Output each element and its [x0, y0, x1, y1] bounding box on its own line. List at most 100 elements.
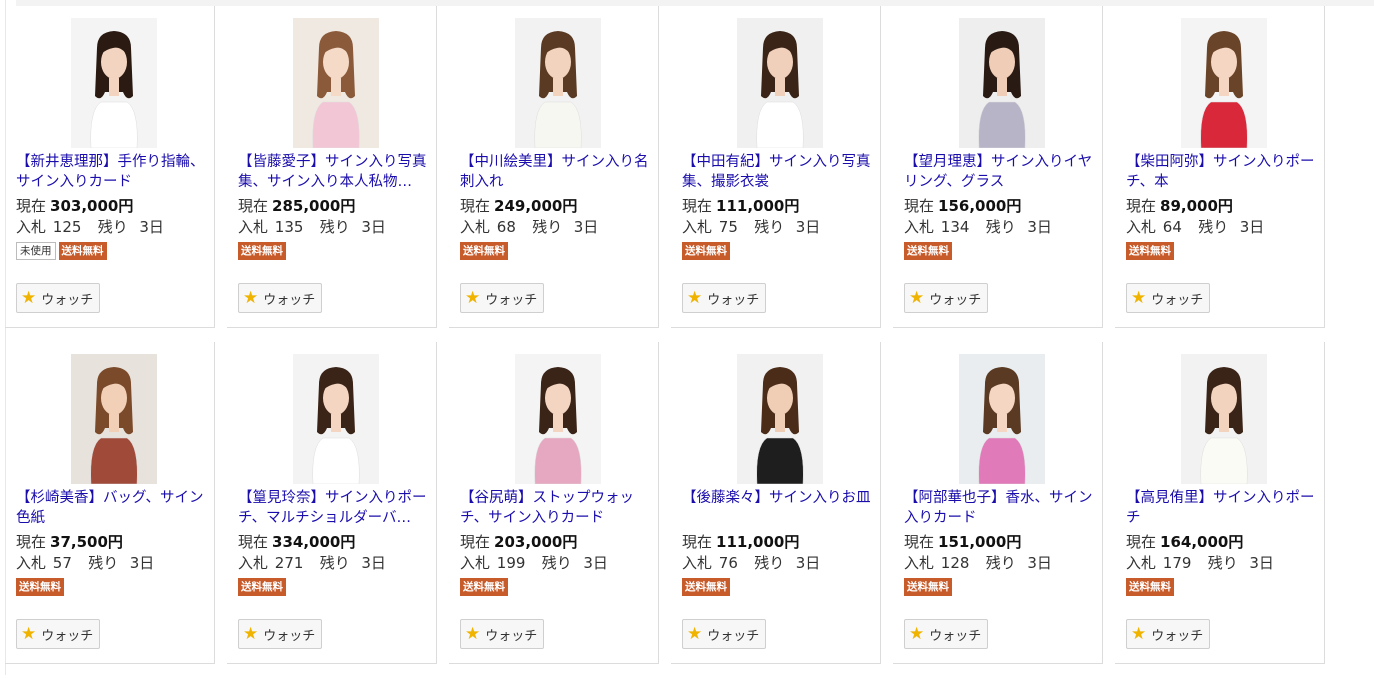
- remaining-label: 残り: [754, 554, 785, 572]
- remaining-label: 残り: [1207, 554, 1238, 572]
- item-thumbnail[interactable]: [737, 18, 823, 148]
- price-label: 現在: [238, 533, 269, 551]
- item-thumbnail[interactable]: [1181, 354, 1267, 484]
- item-title-link[interactable]: 【新井恵理那】手作り指輪、サイン入りカード: [16, 152, 208, 192]
- bid-info: 入札 134 残り 3日: [904, 216, 1102, 238]
- watch-button[interactable]: ★ ウォッチ: [16, 283, 100, 313]
- item-row: 【杉崎美香】バッグ、サイン色紙 現在 37,500円 入札 57 残り 3日 送料…: [5, 342, 1345, 678]
- watch-button[interactable]: ★ ウォッチ: [1126, 283, 1210, 313]
- item-photo: [737, 18, 823, 148]
- bids-label: 入札: [460, 554, 491, 572]
- bids-count: 199: [496, 554, 526, 572]
- item-card: 【望月理恵】サイン入りイヤリング、グラス 現在 156,000円 入札 134 残…: [893, 6, 1103, 328]
- badge-group: 送料無料: [682, 240, 880, 262]
- bids-label: 入札: [904, 218, 935, 236]
- remaining-label: 残り: [1198, 218, 1229, 236]
- free-shipping-badge: 送料無料: [1126, 242, 1174, 260]
- badge-group: 送料無料: [904, 240, 1102, 262]
- item-thumbnail[interactable]: [71, 354, 157, 484]
- price-value: 203,000円: [494, 533, 578, 551]
- current-price: 現在 334,000円: [238, 532, 436, 552]
- price-value: 156,000円: [938, 197, 1022, 215]
- item-photo: [293, 18, 379, 148]
- watch-button[interactable]: ★ ウォッチ: [238, 283, 322, 313]
- bids-count: 75: [718, 218, 738, 236]
- watch-label: ウォッチ: [1151, 292, 1204, 308]
- item-thumbnail[interactable]: [293, 354, 379, 484]
- price-value: 111,000円: [716, 197, 800, 215]
- current-price: 現在 164,000円: [1126, 532, 1324, 552]
- item-title-link[interactable]: 【中田有紀】サイン入り写真集、撮影衣裳: [682, 152, 874, 192]
- remaining-label: 残り: [541, 554, 572, 572]
- watch-button[interactable]: ★ ウォッチ: [904, 619, 988, 649]
- star-icon: ★: [909, 623, 925, 644]
- badge-group: 送料無料: [904, 576, 1102, 598]
- item-thumbnail[interactable]: [71, 18, 157, 148]
- badge-group: 送料無料: [238, 576, 436, 598]
- price-value: 164,000円: [1160, 533, 1244, 551]
- item-photo: [737, 354, 823, 484]
- item-thumbnail[interactable]: [737, 354, 823, 484]
- star-icon: ★: [465, 287, 481, 308]
- item-photo: [71, 354, 157, 484]
- bids-label: 入札: [682, 218, 713, 236]
- bids-count: 57: [52, 554, 72, 572]
- free-shipping-badge: 送料無料: [904, 578, 952, 596]
- remaining-time: 3日: [573, 218, 599, 236]
- item-thumbnail[interactable]: [959, 18, 1045, 148]
- watch-button[interactable]: ★ ウォッチ: [16, 619, 100, 649]
- remaining-label: 残り: [88, 554, 119, 572]
- item-title-link[interactable]: 【後藤楽々】サイン入りお皿: [682, 488, 874, 528]
- item-title-link[interactable]: 【杉崎美香】バッグ、サイン色紙: [16, 488, 208, 528]
- watch-label: ウォッチ: [485, 628, 538, 644]
- bids-count: 134: [940, 218, 970, 236]
- price-value: 111,000円: [716, 533, 800, 551]
- badge-group: 送料無料: [1126, 576, 1324, 598]
- remaining-time: 3日: [139, 218, 164, 236]
- item-thumbnail[interactable]: [515, 18, 601, 148]
- bids-count: 64: [1162, 218, 1182, 236]
- item-thumbnail[interactable]: [1181, 18, 1267, 148]
- price-label: 現在: [1126, 197, 1157, 215]
- bids-label: 入札: [682, 554, 713, 572]
- free-shipping-badge: 送料無料: [682, 242, 730, 260]
- remaining-time: 3日: [1249, 554, 1274, 572]
- item-thumbnail[interactable]: [515, 354, 601, 484]
- item-photo: [1181, 18, 1267, 148]
- watch-button[interactable]: ★ ウォッチ: [460, 283, 544, 313]
- bids-label: 入札: [16, 554, 47, 572]
- item-title-link[interactable]: 【谷尻萌】ストップウォッチ、サイン入りカード: [460, 488, 652, 528]
- badge-group: 送料無料: [238, 240, 436, 262]
- item-title-link[interactable]: 【柴田阿弥】サイン入りポーチ、本: [1126, 152, 1318, 192]
- item-title-link[interactable]: 【望月理恵】サイン入りイヤリング、グラス: [904, 152, 1096, 192]
- item-card: 【皆藤愛子】サイン入り写真集、サイン入り本人私物… 現在 285,000円 入札 …: [227, 6, 437, 328]
- price-value: 303,000円: [50, 197, 134, 215]
- item-photo: [515, 354, 601, 484]
- watch-button[interactable]: ★ ウォッチ: [904, 283, 988, 313]
- star-icon: ★: [1131, 623, 1147, 644]
- watch-button[interactable]: ★ ウォッチ: [1126, 619, 1210, 649]
- bid-info: 入札 57 残り 3日: [16, 552, 214, 574]
- bid-info: 入札 128 残り 3日: [904, 552, 1102, 574]
- item-title-link[interactable]: 【中川絵美里】サイン入り名刺入れ: [460, 152, 652, 192]
- watch-label: ウォッチ: [1151, 628, 1204, 644]
- watch-label: ウォッチ: [929, 628, 982, 644]
- watch-button[interactable]: ★ ウォッチ: [682, 619, 766, 649]
- item-title-link[interactable]: 【阿部華也子】香水、サイン入りカード: [904, 488, 1096, 528]
- remaining-label: 残り: [985, 554, 1016, 572]
- watch-button[interactable]: ★ ウォッチ: [238, 619, 322, 649]
- star-icon: ★: [687, 287, 703, 308]
- star-icon: ★: [1131, 287, 1147, 308]
- item-title-link[interactable]: 【皆藤愛子】サイン入り写真集、サイン入り本人私物…: [238, 152, 430, 192]
- remaining-label: 残り: [754, 218, 785, 236]
- watch-button[interactable]: ★ ウォッチ: [460, 619, 544, 649]
- star-icon: ★: [243, 623, 259, 644]
- current-price: 現在 111,000円: [682, 532, 880, 552]
- badge-group: 未使用 送料無料: [16, 240, 214, 262]
- watch-button[interactable]: ★ ウォッチ: [682, 283, 766, 313]
- item-title-link[interactable]: 【篁見玲奈】サイン入りポーチ、マルチショルダーバ…: [238, 488, 430, 528]
- item-thumbnail[interactable]: [293, 18, 379, 148]
- free-shipping-badge: 送料無料: [460, 578, 508, 596]
- item-thumbnail[interactable]: [959, 354, 1045, 484]
- item-title-link[interactable]: 【高見侑里】サイン入りポーチ: [1126, 488, 1318, 528]
